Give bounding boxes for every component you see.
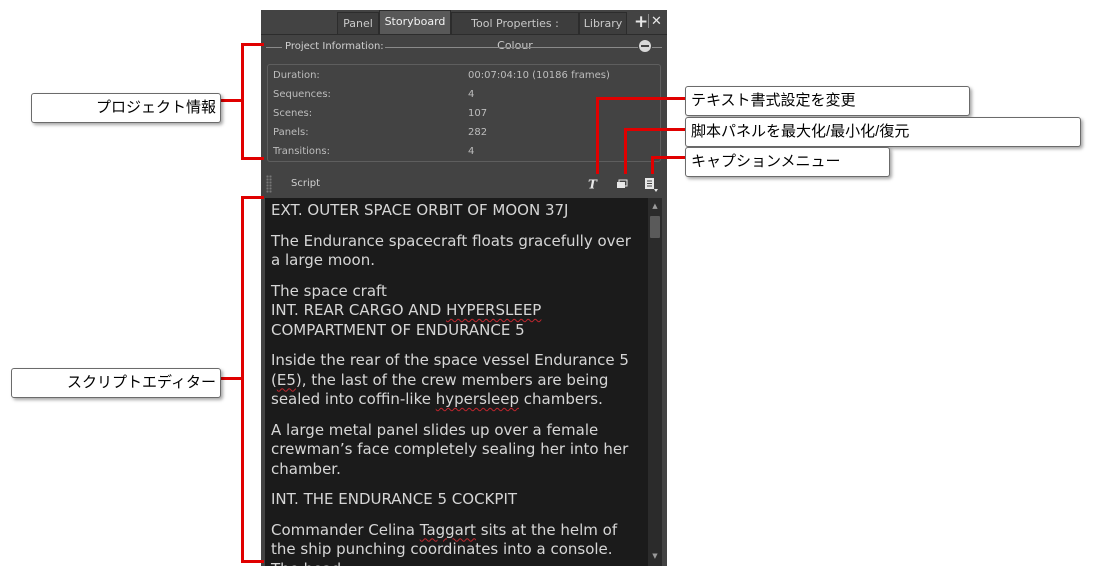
callout-maximize: 脚本パネルを最大化/最小化/復元 bbox=[685, 117, 1081, 147]
section-rule-end bbox=[652, 47, 662, 48]
project-info-title: Project Information: bbox=[283, 41, 386, 52]
text-format-icon[interactable]: T bbox=[587, 178, 599, 190]
tab-panel[interactable]: Panel bbox=[337, 12, 379, 34]
bracket-line bbox=[242, 196, 264, 199]
transitions-value: 4 bbox=[468, 146, 475, 157]
callout-script-editor: スクリプトエディター bbox=[11, 368, 221, 398]
transitions-label: Transitions: bbox=[273, 146, 330, 157]
section-rule-right bbox=[385, 47, 638, 48]
storyboard-panel: Panel Storyboard Tool Properties : Colou… bbox=[261, 10, 667, 566]
pointer-line bbox=[596, 97, 686, 100]
bracket-line bbox=[242, 43, 264, 46]
script-paragraph: A large metal panel slides up over a fem… bbox=[271, 420, 629, 478]
tab-tool-properties[interactable]: Tool Properties : Colour bbox=[451, 12, 579, 52]
callout-project-info: プロジェクト情報 bbox=[31, 93, 221, 123]
close-view-icon[interactable]: ✕ bbox=[651, 15, 662, 29]
bracket-line bbox=[242, 157, 264, 160]
script-editor[interactable]: EXT. OUTER SPACE ORBIT OF MOON 37J The E… bbox=[265, 198, 648, 566]
tab-library[interactable]: Library bbox=[579, 12, 627, 34]
duration-value: 00:07:04:10 (10186 frames) bbox=[468, 70, 610, 81]
scroll-down-icon[interactable]: ▼ bbox=[648, 550, 662, 562]
script-paragraph: The space craft INT. REAR CARGO AND HYPE… bbox=[271, 281, 542, 339]
sequences-label: Sequences: bbox=[273, 89, 331, 100]
pointer-line bbox=[596, 97, 599, 174]
script-paragraph: The Endurance spacecraft floats graceful… bbox=[271, 231, 631, 270]
pointer-line bbox=[624, 128, 627, 174]
script-scrollbar[interactable]: ▲ ▼ bbox=[648, 198, 662, 566]
script-label: Script bbox=[291, 178, 321, 189]
add-view-icon[interactable]: + bbox=[634, 14, 648, 31]
bracket-line bbox=[220, 377, 242, 380]
tab-storyboard[interactable]: Storyboard bbox=[379, 10, 451, 34]
script-paragraph: Commander Celina Taggart sits at the hel… bbox=[271, 520, 618, 567]
collapse-icon[interactable] bbox=[639, 40, 651, 52]
caption-menu-icon[interactable] bbox=[644, 177, 660, 193]
panels-label: Panels: bbox=[273, 127, 309, 138]
scroll-thumb[interactable] bbox=[650, 216, 660, 238]
tab-bar-divider bbox=[261, 34, 667, 35]
maximize-panel-icon[interactable] bbox=[616, 178, 628, 190]
callout-text-format: テキスト書式設定を変更 bbox=[685, 86, 970, 116]
pointer-line bbox=[624, 128, 686, 131]
section-rule-left bbox=[266, 47, 282, 48]
pointer-line bbox=[651, 156, 686, 159]
script-paragraph: EXT. OUTER SPACE ORBIT OF MOON 37J bbox=[271, 201, 569, 219]
script-paragraph: INT. THE ENDURANCE 5 COCKPIT bbox=[271, 490, 518, 508]
toolbar-divider bbox=[648, 14, 649, 28]
script-paragraph: Inside the rear of the space vessel Endu… bbox=[271, 351, 629, 408]
scroll-up-icon[interactable]: ▲ bbox=[648, 200, 662, 212]
project-info-box: Duration: 00:07:04:10 (10186 frames) Seq… bbox=[267, 64, 661, 162]
drag-handle-icon[interactable] bbox=[266, 175, 272, 193]
svg-text:T: T bbox=[588, 178, 598, 190]
scenes-value: 107 bbox=[468, 108, 488, 119]
scenes-label: Scenes: bbox=[273, 108, 313, 119]
duration-label: Duration: bbox=[273, 70, 320, 81]
bracket-line bbox=[242, 560, 264, 563]
panels-value: 282 bbox=[468, 127, 488, 138]
script-text[interactable]: EXT. OUTER SPACE ORBIT OF MOON 37J The E… bbox=[271, 201, 643, 566]
callout-caption-menu: キャプションメニュー bbox=[685, 147, 890, 177]
sequences-value: 4 bbox=[468, 89, 475, 100]
bracket-line bbox=[220, 99, 242, 102]
